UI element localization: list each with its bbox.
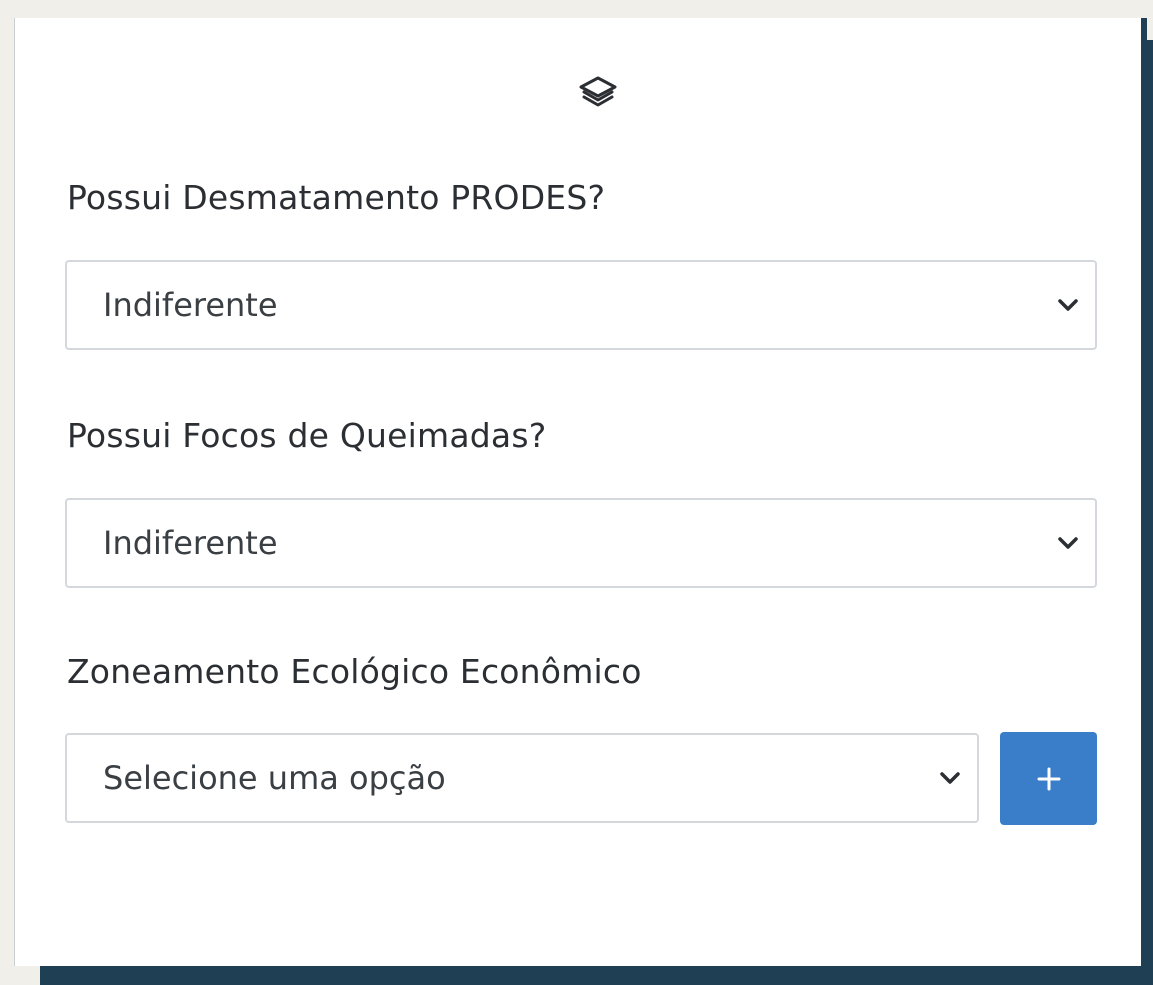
prodes-label: Possui Desmatamento PRODES? <box>67 178 606 217</box>
chevron-down-icon <box>1058 299 1078 311</box>
filter-panel: Possui Desmatamento PRODES? Indiferente … <box>14 18 1141 966</box>
queimadas-label: Possui Focos de Queimadas? <box>67 416 547 455</box>
panel-edge <box>1141 18 1147 40</box>
queimadas-select-value: Indiferente <box>103 524 278 562</box>
zee-select[interactable]: Selecione uma opção <box>65 733 979 823</box>
prodes-select-value: Indiferente <box>103 286 278 324</box>
add-zee-button[interactable] <box>1000 732 1097 825</box>
queimadas-select[interactable]: Indiferente <box>65 498 1097 588</box>
prodes-select[interactable]: Indiferente <box>65 260 1097 350</box>
zee-select-value: Selecione uma opção <box>103 759 446 797</box>
plus-icon <box>1037 767 1060 790</box>
chevron-down-icon <box>940 772 960 784</box>
zee-label: Zoneamento Ecológico Econômico <box>67 652 642 691</box>
chevron-down-icon <box>1058 537 1078 549</box>
layers-icon[interactable] <box>575 70 621 116</box>
